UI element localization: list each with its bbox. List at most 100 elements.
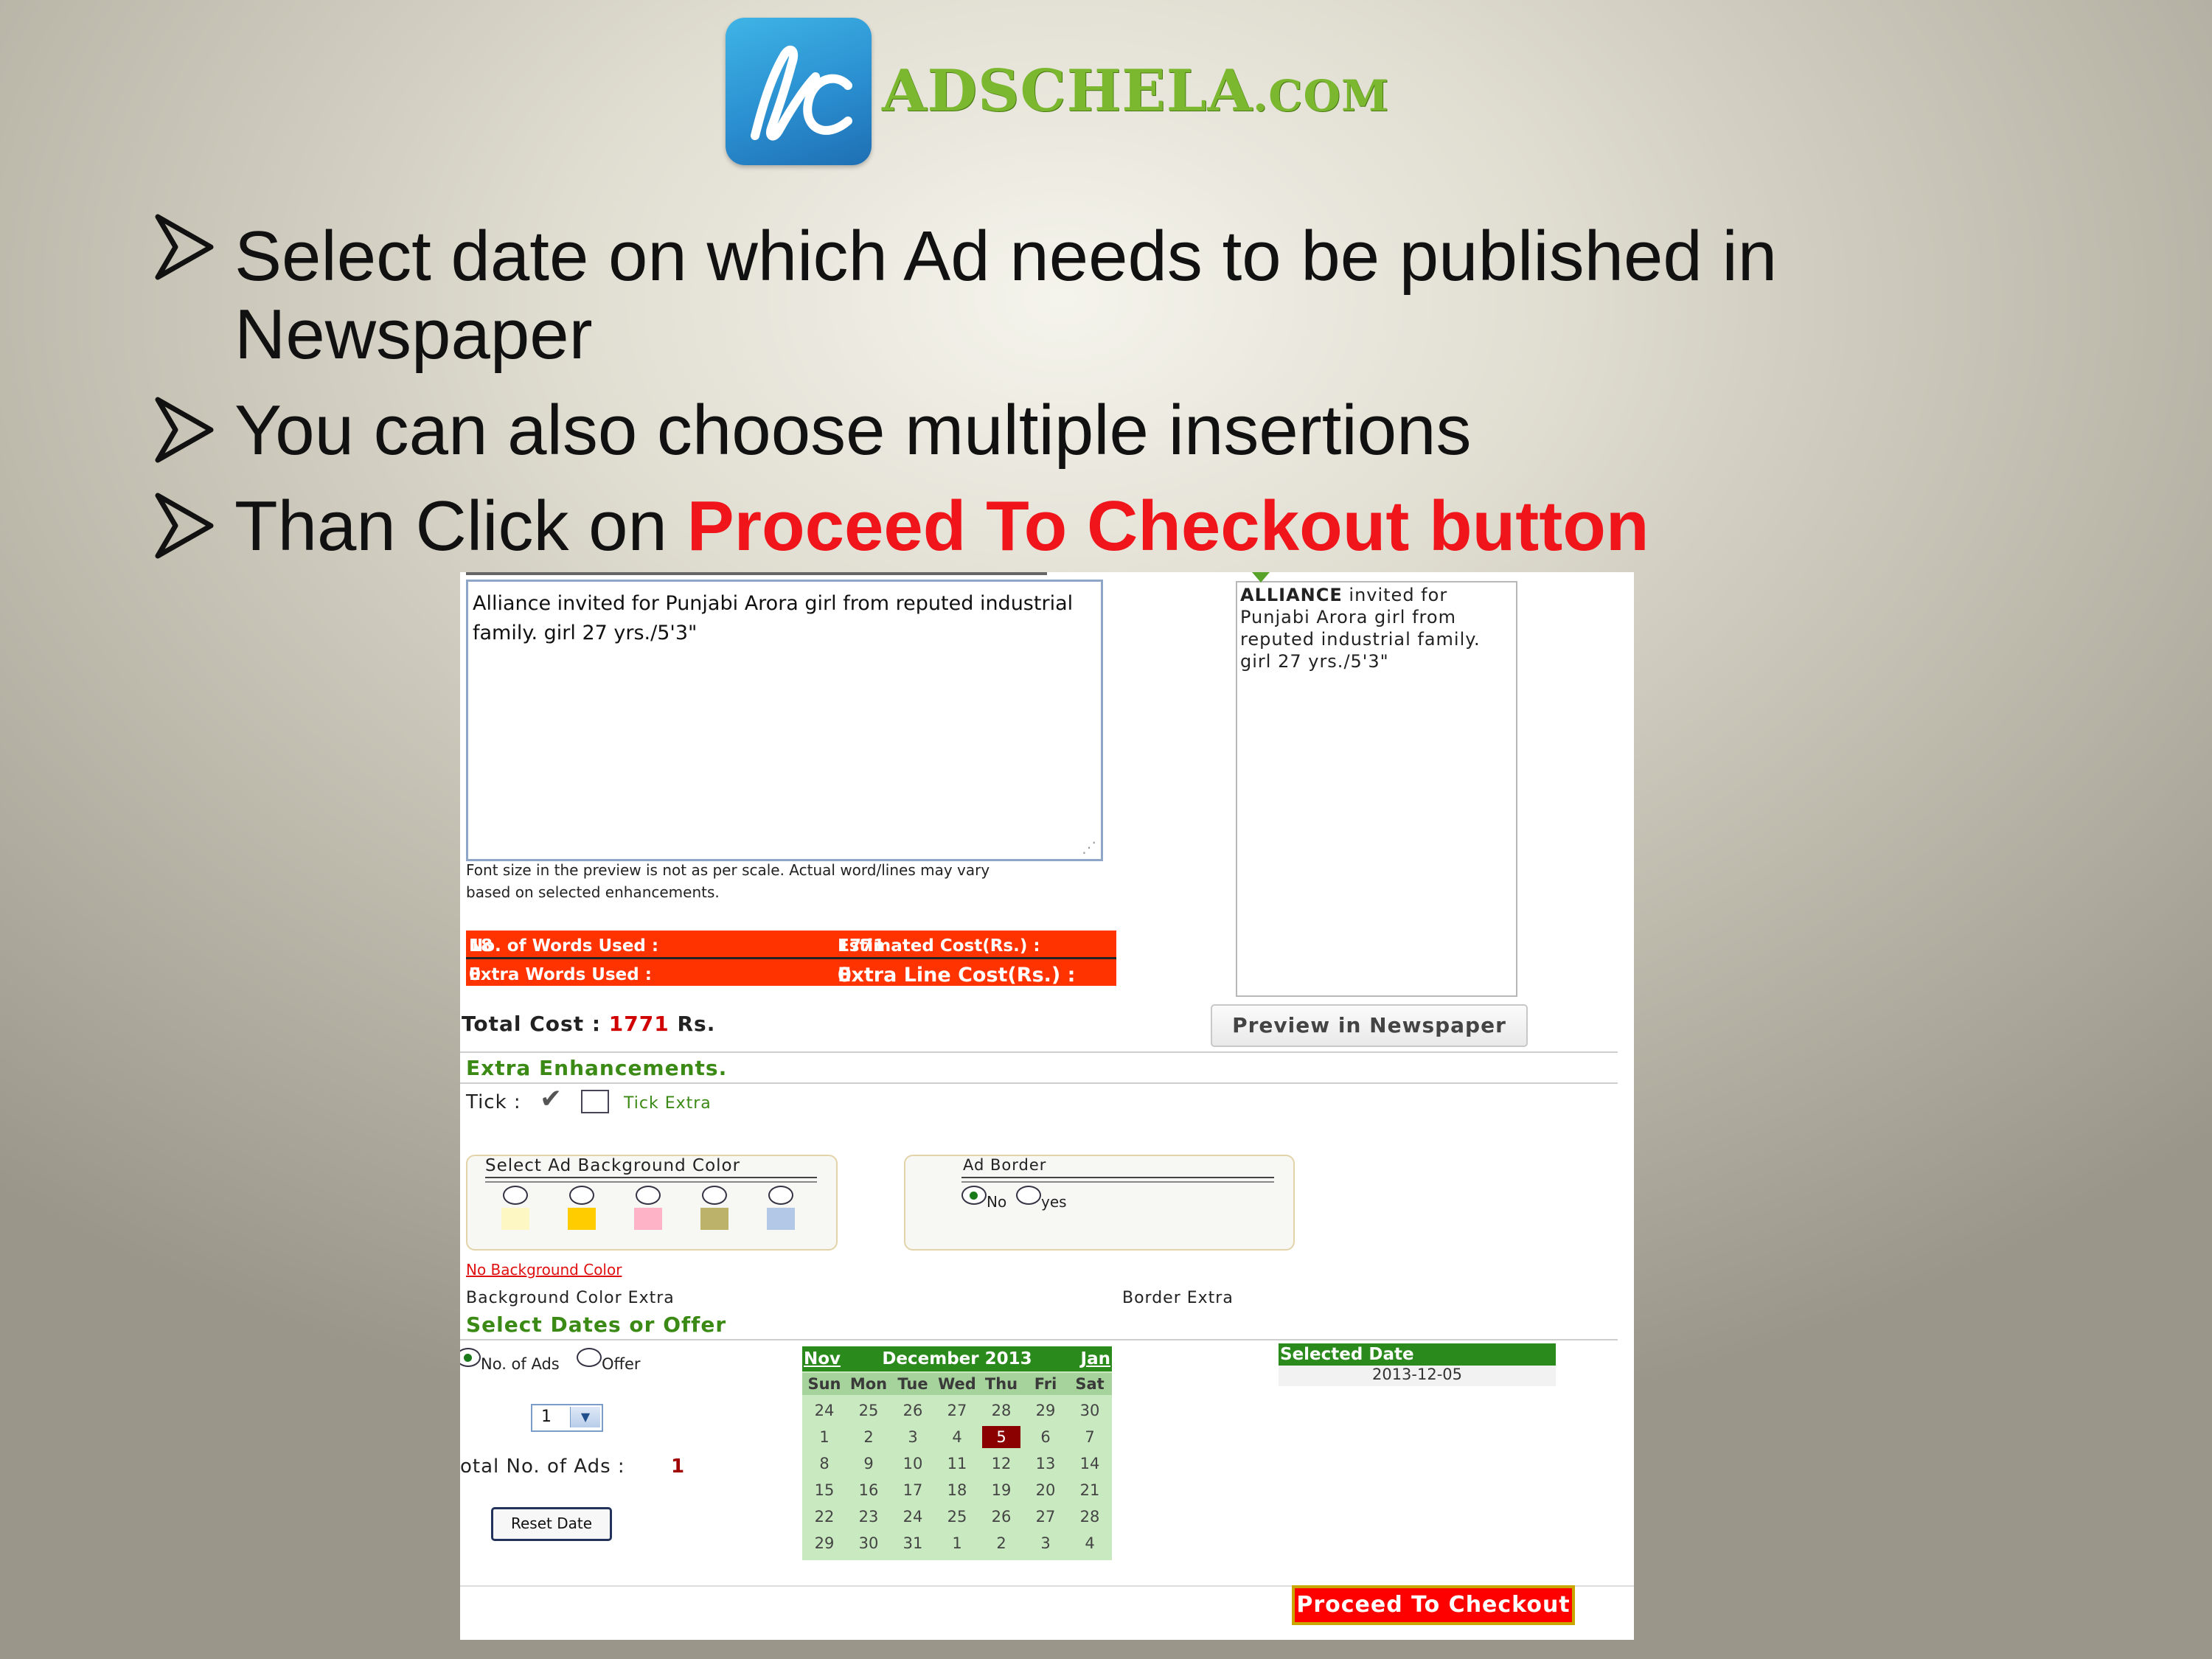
calendar-day[interactable]: 16 — [846, 1479, 891, 1501]
calendar-day[interactable]: 28 — [979, 1399, 1023, 1422]
ads-count-value: 1 — [541, 1408, 552, 1426]
calendar-day[interactable]: 22 — [802, 1506, 846, 1528]
bg-color-radio[interactable] — [503, 1186, 528, 1205]
calendar-day[interactable]: 6 — [1023, 1426, 1068, 1448]
offer-radio[interactable] — [577, 1348, 602, 1367]
calendar-day[interactable]: 24 — [802, 1399, 846, 1422]
bg-color-fieldset: Select Ad Background Color — [466, 1155, 838, 1251]
ad-booking-form: Alliance invited for Punjabi Arora girl … — [460, 572, 1634, 1640]
bg-color-radio[interactable] — [569, 1186, 594, 1205]
border-yes-radio[interactable] — [1016, 1186, 1041, 1205]
words-stats-bar: No. of Words Used : 18 Estimated Cost(Rs… — [466, 931, 1116, 957]
calendar-day[interactable]: 27 — [1023, 1506, 1068, 1528]
calendar-day[interactable]: 19 — [979, 1479, 1023, 1501]
chevron-down-icon[interactable]: ▼ — [570, 1407, 600, 1427]
calendar-grid: 24 25 26 27 28 29 30 1 2 3 4 5 6 7 8 9 10 11 12 13 14 15 16 17 1… — [802, 1397, 1112, 1559]
no-of-ads-radio[interactable] — [460, 1348, 481, 1367]
bullet-1-line-1: Select date on which Ad needs to be publ… — [234, 217, 1778, 296]
bg-color-radio[interactable] — [768, 1186, 793, 1205]
calendar-day[interactable]: 8 — [802, 1453, 846, 1475]
arrow-bullet-icon — [155, 493, 214, 559]
bg-color-swatch[interactable] — [700, 1208, 728, 1230]
calendar-day[interactable]: 4 — [1068, 1532, 1112, 1554]
total-ads-label: otal No. of Ads : — [460, 1455, 625, 1478]
calendar-day[interactable]: 30 — [846, 1532, 891, 1554]
font-note-line-2: based on selected enhancements. — [466, 883, 720, 901]
bg-color-swatch[interactable] — [501, 1208, 529, 1230]
calendar-day[interactable]: 26 — [891, 1399, 935, 1422]
calendar-day[interactable]: 2 — [979, 1532, 1023, 1554]
calendar-weekday: Mon — [849, 1375, 888, 1393]
calendar-next-month[interactable]: Jan — [1081, 1349, 1110, 1368]
calendar-day[interactable]: 18 — [935, 1479, 979, 1501]
calendar-day[interactable]: 27 — [935, 1399, 979, 1422]
bullet-3-accent: Proceed To Checkout button — [686, 487, 1649, 566]
resize-handle-icon[interactable]: ⋰ — [1082, 838, 1096, 856]
calendar-day[interactable]: 7 — [1068, 1426, 1112, 1448]
calendar-day[interactable]: 20 — [1023, 1479, 1068, 1501]
calendar-day[interactable]: 3 — [1023, 1532, 1068, 1554]
preview-pointer-icon — [1252, 572, 1270, 582]
calendar-day[interactable]: 28 — [1068, 1506, 1112, 1528]
tick-extra-label: Tick Extra — [624, 1094, 712, 1113]
border-no-radio[interactable] — [961, 1186, 987, 1205]
ad-text-input[interactable]: Alliance invited for Punjabi Arora girl … — [466, 580, 1103, 861]
calendar-day[interactable]: 3 — [891, 1426, 935, 1448]
bg-color-extra-label: Background Color Extra — [466, 1289, 675, 1307]
calendar-day[interactable]: 23 — [846, 1506, 891, 1528]
words-used-value: 18 — [469, 936, 493, 956]
calendar-day[interactable]: 15 — [802, 1479, 846, 1501]
calendar-day[interactable]: 29 — [1023, 1399, 1068, 1422]
calendar-day[interactable]: 1 — [802, 1426, 846, 1448]
calendar-prev-month[interactable]: Nov — [804, 1349, 841, 1368]
words-used-label: No. of Words Used : — [469, 936, 659, 956]
calendar-day-selected[interactable]: 5 — [982, 1426, 1020, 1448]
bg-color-swatch[interactable] — [767, 1208, 795, 1230]
calendar-day[interactable]: 11 — [935, 1453, 979, 1475]
bg-color-swatch[interactable] — [634, 1208, 662, 1230]
checkmark-icon: ✔ — [540, 1084, 563, 1114]
calendar-day[interactable]: 31 — [891, 1532, 935, 1554]
preview-in-newspaper-button[interactable]: Preview in Newspaper — [1211, 1004, 1528, 1047]
arrow-bullet-icon — [155, 397, 214, 463]
total-cost-unit: Rs. — [677, 1012, 716, 1036]
calendar-day[interactable]: 25 — [846, 1399, 891, 1422]
bg-color-swatch[interactable] — [568, 1208, 596, 1230]
calendar-day[interactable]: 17 — [891, 1479, 935, 1501]
select-dates-title: Select Dates or Offer — [466, 1312, 727, 1337]
calendar-day[interactable]: 12 — [979, 1453, 1023, 1475]
extra-words-value: 0 — [469, 965, 481, 984]
calendar-day[interactable]: 4 — [935, 1426, 979, 1448]
bullet-2: You can also choose multiple insertions — [234, 391, 1472, 470]
proceed-to-checkout-button[interactable]: Proceed To Checkout — [1292, 1585, 1575, 1625]
calendar-day[interactable]: 29 — [802, 1532, 846, 1554]
divider — [460, 1082, 1618, 1084]
divider — [485, 1177, 817, 1178]
calendar-day[interactable]: 10 — [891, 1453, 935, 1475]
tick-extra-checkbox[interactable] — [581, 1090, 609, 1113]
bg-color-radio[interactable] — [636, 1186, 661, 1205]
divider — [460, 1339, 1618, 1340]
border-extra-label: Border Extra — [1122, 1289, 1234, 1307]
calendar-day[interactable]: 30 — [1068, 1399, 1112, 1422]
extra-line-cost-label: Extra Line Cost(Rs.) : — [838, 964, 1076, 987]
calendar-day[interactable]: 9 — [846, 1453, 891, 1475]
divider — [961, 1181, 1274, 1183]
calendar-day[interactable]: 13 — [1023, 1453, 1068, 1475]
ad-border-fieldset: Ad Border No yes — [904, 1155, 1295, 1251]
bg-color-radio[interactable] — [702, 1186, 727, 1205]
calendar-day[interactable]: 2 — [846, 1426, 891, 1448]
calendar-day[interactable]: 14 — [1068, 1453, 1112, 1475]
font-note-line-1: Font size in the preview is not as per s… — [466, 861, 990, 879]
ad-preview-text: ALLIANCE invited for Punjabi Arora girl … — [1240, 584, 1513, 672]
date-calendar: Nov December 2013 Jan Sun Mon Tue Wed Thu Fri… — [802, 1346, 1112, 1560]
calendar-day[interactable]: 1 — [935, 1532, 979, 1554]
calendar-day[interactable]: 26 — [979, 1506, 1023, 1528]
calendar-day[interactable]: 24 — [891, 1506, 935, 1528]
divider — [466, 572, 1047, 575]
no-background-color-link[interactable]: No Background Color — [466, 1261, 622, 1279]
reset-date-button[interactable]: Reset Date — [491, 1507, 612, 1541]
calendar-day[interactable]: 21 — [1068, 1479, 1112, 1501]
ads-count-select[interactable]: 1 ▼ — [531, 1404, 603, 1432]
calendar-day[interactable]: 25 — [935, 1506, 979, 1528]
